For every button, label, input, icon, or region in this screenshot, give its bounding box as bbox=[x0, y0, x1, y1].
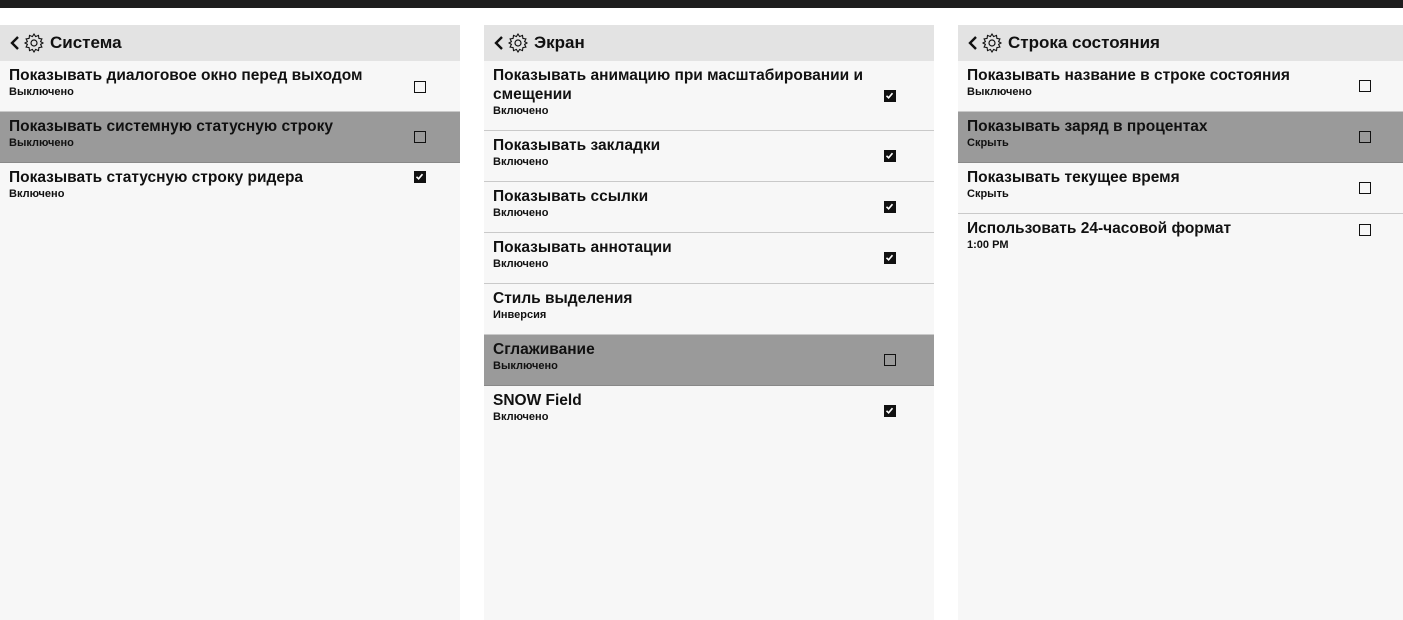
setting-value: Включено bbox=[493, 411, 549, 423]
setting-row[interactable]: Показывать статусную строку ридера Включ… bbox=[0, 163, 460, 214]
checkbox-checked[interactable] bbox=[414, 171, 426, 183]
checkbox[interactable] bbox=[414, 81, 426, 93]
setting-value: Выключено bbox=[967, 86, 1032, 98]
setting-row[interactable]: Использовать 24-часовой формат 1:00 PM bbox=[958, 214, 1403, 265]
setting-value: Выключено bbox=[9, 137, 74, 149]
setting-row[interactable]: Показывать диалоговое окно перед выходом… bbox=[0, 61, 460, 112]
checkbox[interactable] bbox=[1359, 80, 1371, 92]
panel-title: Экран bbox=[534, 33, 585, 52]
top-bar bbox=[0, 0, 1403, 8]
setting-title: Использовать 24-часовой формат bbox=[967, 220, 1232, 237]
setting-title: Показывать название в строке состояния bbox=[967, 67, 1290, 84]
panel-header: Строка состояния bbox=[958, 25, 1403, 61]
setting-title: Показывать анимацию при масштабировании … bbox=[493, 67, 864, 103]
panel-header: Система bbox=[0, 25, 460, 61]
checkbox[interactable] bbox=[884, 354, 896, 366]
setting-row[interactable]: Показывать ссылки Включено bbox=[484, 182, 934, 233]
setting-title: Сглаживание bbox=[493, 341, 595, 358]
settings-panel-status-bar: Строка состояния Показывать название в с… bbox=[958, 25, 1403, 620]
setting-row[interactable]: Показывать закладки Включено bbox=[484, 131, 934, 182]
panel-title: Система bbox=[50, 33, 122, 52]
checkbox-checked[interactable] bbox=[884, 201, 896, 213]
checkmark-icon bbox=[885, 152, 894, 159]
checkbox-checked[interactable] bbox=[884, 90, 896, 102]
checkmark-icon bbox=[885, 203, 894, 210]
chevron-left-icon[interactable] bbox=[492, 33, 506, 53]
gear-icon bbox=[23, 32, 45, 54]
setting-row[interactable]: Показывать системную статусную строку Вы… bbox=[0, 112, 460, 163]
setting-row[interactable]: Показывать заряд в процентах Скрыть bbox=[958, 112, 1403, 163]
setting-row[interactable]: Стиль выделения Инверсия bbox=[484, 284, 934, 335]
checkmark-icon bbox=[885, 407, 894, 414]
setting-value: Включено bbox=[493, 156, 549, 168]
setting-value: Включено bbox=[9, 188, 65, 200]
setting-title: Стиль выделения bbox=[493, 290, 633, 307]
checkmark-icon bbox=[415, 173, 424, 180]
chevron-left-icon[interactable] bbox=[8, 33, 22, 53]
setting-title: Показывать закладки bbox=[493, 137, 661, 154]
setting-row[interactable]: Показывать название в строке состояния В… bbox=[958, 61, 1403, 112]
setting-value: Включено bbox=[493, 207, 549, 219]
settings-panel-screen: Экран Показывать анимацию при масштабиро… bbox=[484, 25, 934, 620]
setting-value: Включено bbox=[493, 258, 549, 270]
checkbox[interactable] bbox=[1359, 131, 1371, 143]
setting-title: Показывать системную статусную строку bbox=[9, 118, 333, 135]
gear-icon bbox=[507, 32, 529, 54]
setting-value: 1:00 PM bbox=[967, 239, 1009, 251]
setting-value: Выключено bbox=[9, 86, 74, 98]
setting-value: Включено bbox=[493, 105, 549, 117]
setting-row[interactable]: Показывать текущее время Скрыть bbox=[958, 163, 1403, 214]
setting-title: Показывать статусную строку ридера bbox=[9, 169, 304, 186]
checkbox[interactable] bbox=[1359, 224, 1371, 236]
setting-title: Показывать текущее время bbox=[967, 169, 1180, 186]
checkbox-checked[interactable] bbox=[884, 150, 896, 162]
setting-value: Инверсия bbox=[493, 309, 547, 321]
setting-row[interactable]: SNOW Field Включено bbox=[484, 386, 934, 437]
setting-title: SNOW Field bbox=[493, 392, 582, 409]
checkmark-icon bbox=[885, 254, 894, 261]
setting-row[interactable]: Показывать анимацию при масштабировании … bbox=[484, 61, 934, 131]
checkbox[interactable] bbox=[1359, 182, 1371, 194]
panel-title: Строка состояния bbox=[1008, 33, 1160, 52]
setting-row[interactable]: Сглаживание Выключено bbox=[484, 335, 934, 386]
setting-title: Показывать аннотации bbox=[493, 239, 672, 256]
setting-value: Скрыть bbox=[967, 137, 1009, 149]
settings-panel-system: Система Показывать диалоговое окно перед… bbox=[0, 25, 460, 620]
setting-row[interactable]: Показывать аннотации Включено bbox=[484, 233, 934, 284]
checkbox[interactable] bbox=[414, 131, 426, 143]
checkmark-icon bbox=[885, 92, 894, 99]
setting-title: Показывать ссылки bbox=[493, 188, 649, 205]
gear-icon bbox=[981, 32, 1003, 54]
panel-header: Экран bbox=[484, 25, 934, 61]
checkbox-checked[interactable] bbox=[884, 405, 896, 417]
setting-value: Выключено bbox=[493, 360, 558, 372]
setting-title: Показывать диалоговое окно перед выходом bbox=[9, 67, 363, 84]
setting-title: Показывать заряд в процентах bbox=[967, 118, 1208, 135]
setting-value: Скрыть bbox=[967, 188, 1009, 200]
checkbox-checked[interactable] bbox=[884, 252, 896, 264]
chevron-left-icon[interactable] bbox=[966, 33, 980, 53]
